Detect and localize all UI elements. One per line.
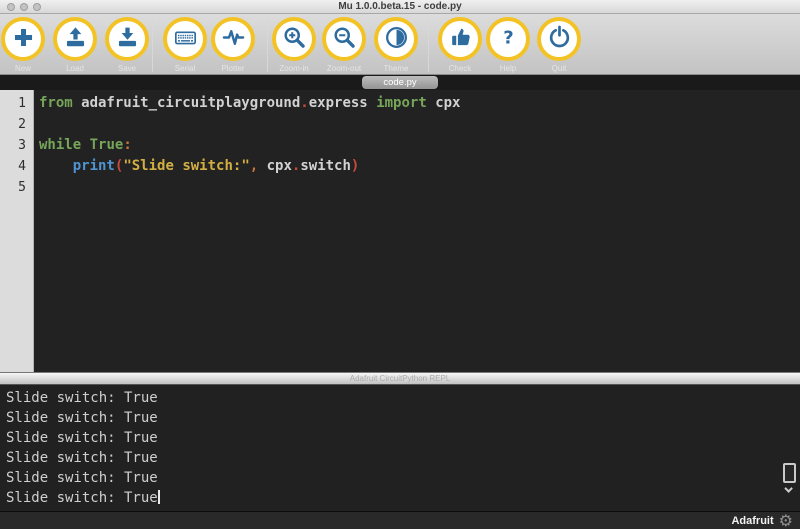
console-line: Slide switch: True bbox=[6, 448, 800, 468]
toolbar: NewLoadSaveSerialPlotterZoom-inZoom-outT… bbox=[0, 14, 800, 75]
magnifier-plus-icon bbox=[281, 24, 308, 54]
line-number: 2 bbox=[0, 114, 26, 135]
tab-bar: code.py bbox=[0, 75, 800, 90]
console-line: Slide switch: True bbox=[6, 408, 800, 428]
code-token: print bbox=[73, 158, 115, 174]
theme-button-label: Theme bbox=[366, 64, 426, 73]
theme-button[interactable] bbox=[374, 17, 418, 61]
plotter-button-label: Plotter bbox=[203, 64, 263, 73]
zoom-out-button[interactable] bbox=[322, 17, 366, 61]
zoom-out-button-label: Zoom-out bbox=[314, 64, 374, 73]
console-line: Slide switch: True bbox=[6, 468, 800, 488]
code-token: cpx bbox=[258, 158, 292, 174]
plus-icon bbox=[10, 24, 37, 54]
arrow-down-tray-icon bbox=[114, 24, 141, 54]
code-line: while True: bbox=[39, 135, 800, 156]
serial-button[interactable] bbox=[163, 17, 207, 61]
arrow-up-tray-icon bbox=[62, 24, 89, 54]
code-token: express bbox=[309, 95, 368, 111]
code-token: . bbox=[300, 95, 308, 111]
minimize-button[interactable] bbox=[20, 3, 28, 11]
line-number: 1 bbox=[0, 93, 26, 114]
code-editor: 12345 from adafruit_circuitplayground.ex… bbox=[0, 90, 800, 372]
code-line: from adafruit_circuitplayground.express … bbox=[39, 93, 800, 114]
text-cursor bbox=[158, 490, 160, 504]
code-token: cpx bbox=[427, 95, 461, 111]
chevron-down-icon bbox=[784, 484, 792, 492]
check-button[interactable] bbox=[438, 17, 482, 61]
code-token: import bbox=[376, 95, 427, 111]
code-token: ) bbox=[351, 158, 359, 174]
code-token: adafruit_circuitplayground bbox=[73, 95, 301, 111]
scrollbar-down-arrow[interactable] bbox=[783, 485, 796, 495]
zoom-button[interactable] bbox=[33, 3, 41, 11]
code-token: "Slide switch:" bbox=[123, 158, 249, 174]
line-number: 5 bbox=[0, 177, 26, 198]
line-number: 4 bbox=[0, 156, 26, 177]
traffic-lights bbox=[7, 3, 41, 11]
close-button[interactable] bbox=[7, 3, 15, 11]
console-line: Slide switch: True bbox=[6, 488, 800, 508]
question-icon: ? bbox=[495, 24, 522, 54]
code-line bbox=[39, 177, 800, 198]
tab-code-py[interactable]: code.py bbox=[362, 76, 438, 89]
contrast-icon bbox=[383, 24, 410, 54]
console-scrollbar[interactable] bbox=[783, 463, 797, 495]
pulse-icon bbox=[220, 24, 247, 54]
power-icon bbox=[546, 24, 573, 54]
mode-label[interactable]: Adafruit bbox=[731, 515, 773, 527]
toolbar-separator bbox=[428, 16, 429, 72]
code-line: print("Slide switch:", cpx.switch) bbox=[39, 156, 800, 177]
quit-button-label: Quit bbox=[529, 64, 589, 73]
gear-icon[interactable]: ⚙ bbox=[779, 513, 793, 529]
mu-window: Mu 1.0.0.beta.15 - code.py NewLoadSaveSe… bbox=[0, 0, 800, 529]
code-token bbox=[81, 137, 89, 153]
code-token: : bbox=[123, 137, 131, 153]
code-line bbox=[39, 114, 800, 135]
line-number-gutter: 12345 bbox=[0, 90, 34, 372]
svg-text:?: ? bbox=[503, 28, 513, 49]
load-button-label: Load bbox=[45, 64, 105, 73]
zoom-in-button[interactable] bbox=[272, 17, 316, 61]
console-line: Slide switch: True bbox=[6, 428, 800, 448]
titlebar: Mu 1.0.0.beta.15 - code.py bbox=[0, 0, 800, 14]
save-button[interactable] bbox=[105, 17, 149, 61]
status-bar: Adafruit ⚙ bbox=[0, 511, 800, 529]
code-token bbox=[368, 95, 376, 111]
code-token: switch bbox=[300, 158, 351, 174]
toolbar-separator bbox=[152, 16, 153, 72]
load-button[interactable] bbox=[53, 17, 97, 61]
help-button[interactable]: ? bbox=[486, 17, 530, 61]
magnifier-minus-icon bbox=[331, 24, 358, 54]
pane-splitter[interactable]: Adafruit CircuitPython REPL bbox=[0, 372, 800, 385]
plotter-button[interactable] bbox=[211, 17, 255, 61]
code-token bbox=[39, 158, 73, 174]
scrollbar-thumb[interactable] bbox=[783, 463, 796, 483]
new-button[interactable] bbox=[1, 17, 45, 61]
code-token: , bbox=[250, 158, 258, 174]
window-title: Mu 1.0.0.beta.15 - code.py bbox=[0, 0, 800, 14]
code-token: while bbox=[39, 137, 81, 153]
serial-console[interactable]: Slide switch: TrueSlide switch: TrueSlid… bbox=[0, 385, 800, 511]
keyboard-icon bbox=[172, 24, 199, 54]
console-line: Slide switch: True bbox=[6, 388, 800, 408]
code-area[interactable]: from adafruit_circuitplayground.express … bbox=[34, 90, 800, 372]
splitter-label: Adafruit CircuitPython REPL bbox=[350, 374, 451, 383]
save-button-label: Save bbox=[97, 64, 157, 73]
toolbar-separator bbox=[267, 16, 268, 72]
code-token: from bbox=[39, 95, 73, 111]
thumbs-up-icon bbox=[447, 24, 474, 54]
line-number: 3 bbox=[0, 135, 26, 156]
code-token: True bbox=[90, 137, 124, 153]
quit-button[interactable] bbox=[537, 17, 581, 61]
